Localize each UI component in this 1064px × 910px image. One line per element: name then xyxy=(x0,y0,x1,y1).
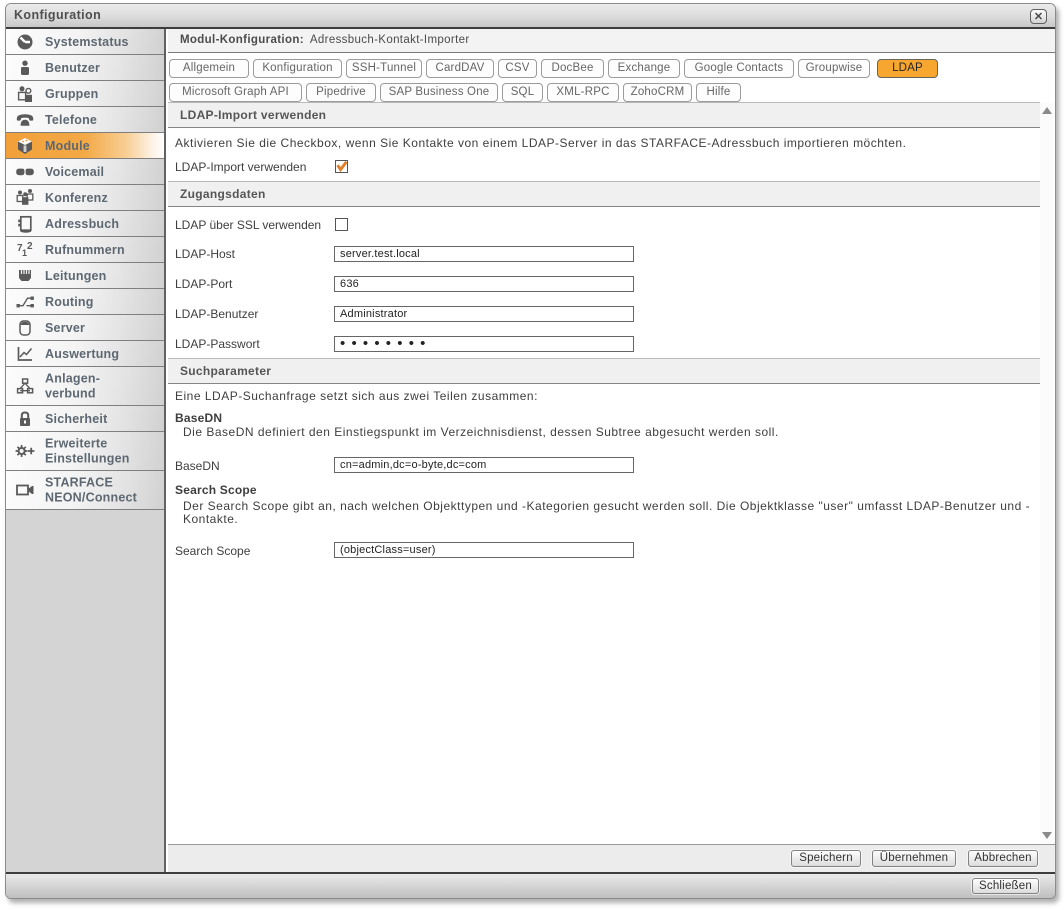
svg-text:2: 2 xyxy=(27,241,33,252)
